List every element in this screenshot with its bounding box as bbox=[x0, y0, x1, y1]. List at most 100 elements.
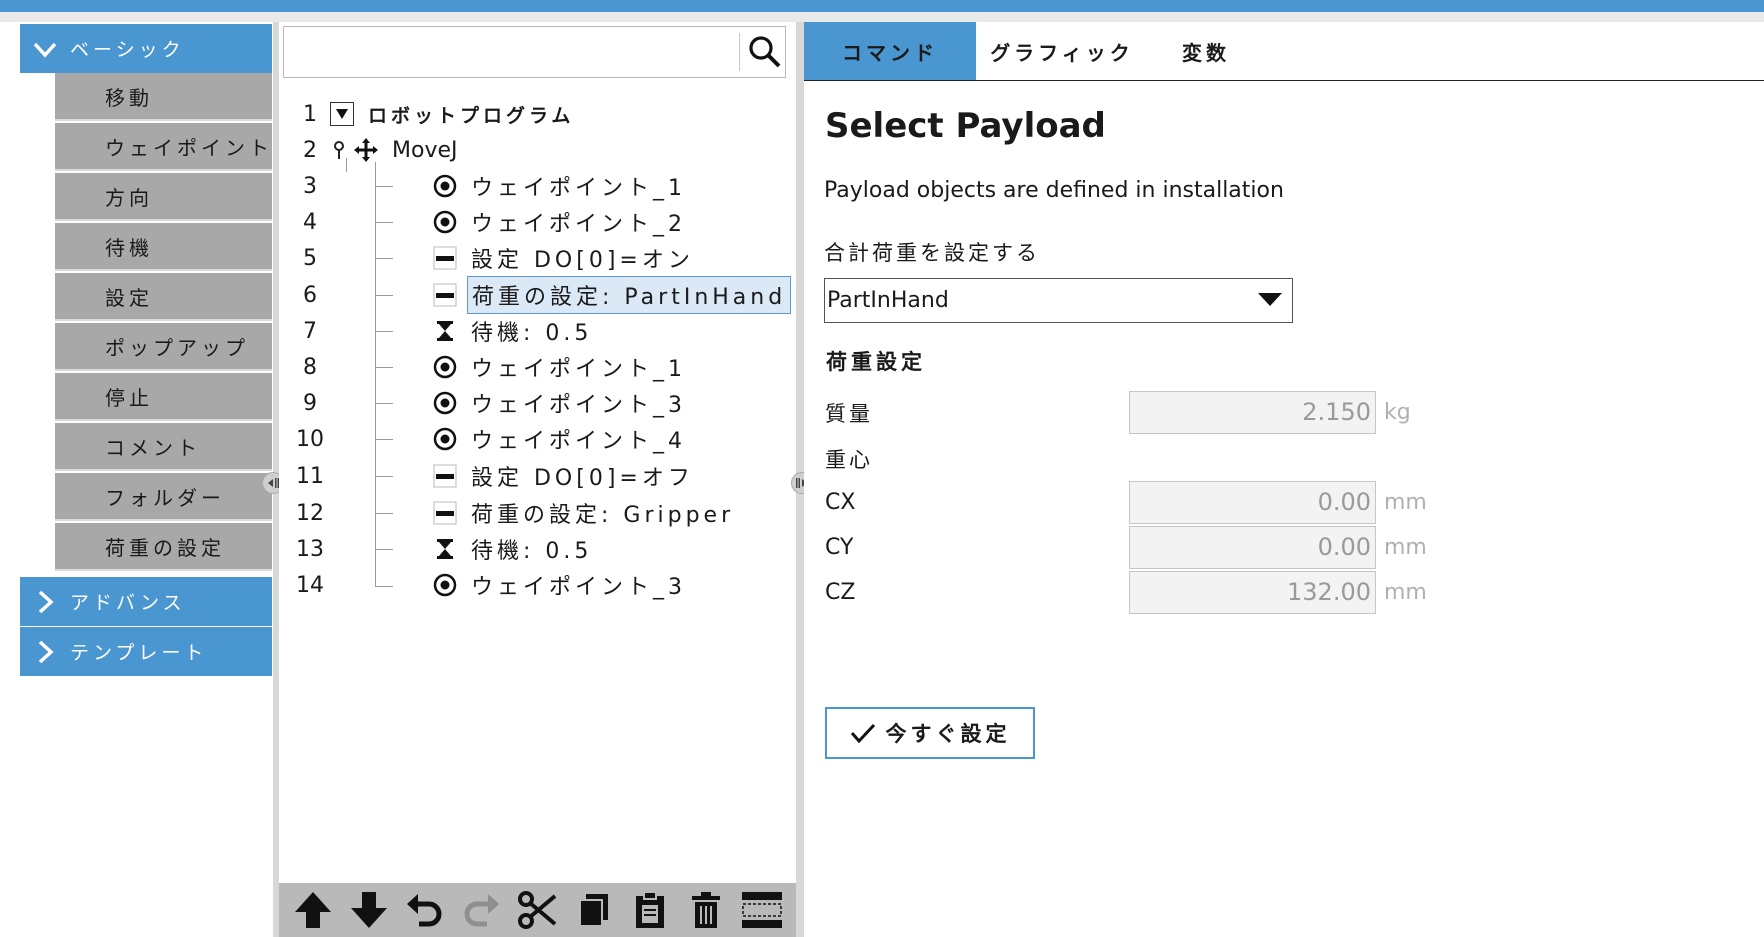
chevron-right-icon bbox=[38, 640, 54, 663]
sidebar-item-label: ポップアップ bbox=[105, 335, 249, 360]
sidebar-item-folder[interactable]: フォルダー bbox=[55, 473, 272, 521]
sidebar-item-wait[interactable]: 待機 bbox=[55, 223, 272, 271]
sidebar-item-direction[interactable]: 方向 bbox=[55, 173, 272, 221]
search-icon bbox=[749, 36, 781, 68]
node-label: 荷重の設定: Gripper bbox=[471, 503, 735, 528]
category-advanced[interactable]: アドバンス bbox=[20, 577, 272, 626]
tree-row[interactable]: 8 ウェイポイント_1 bbox=[290, 350, 690, 384]
category-advanced-label: アドバンス bbox=[70, 592, 186, 614]
suppress-button[interactable] bbox=[740, 888, 784, 932]
sidebar-item-popup[interactable]: ポップアップ bbox=[55, 323, 272, 371]
payload-select[interactable]: PartInHand bbox=[824, 278, 1293, 323]
sidebar-item-waypoint[interactable]: ウェイポイント bbox=[55, 123, 272, 171]
suppress-icon bbox=[741, 892, 782, 928]
line-number: 4 bbox=[303, 209, 317, 235]
search-field[interactable] bbox=[283, 26, 786, 78]
chevron-down-icon bbox=[33, 42, 57, 58]
sidebar-item-label: 設定 bbox=[105, 285, 153, 310]
delete-button[interactable] bbox=[684, 888, 728, 932]
sidebar-item-label: 停止 bbox=[105, 385, 153, 410]
undo-icon bbox=[407, 894, 442, 927]
line-number: 3 bbox=[303, 173, 317, 199]
line-number: 9 bbox=[303, 390, 317, 416]
tree-toolbar bbox=[279, 883, 796, 937]
node-label-selected: 荷重の設定: PartInHand bbox=[467, 276, 792, 314]
sidebar-item-move[interactable]: 移動 bbox=[55, 73, 272, 121]
tree-row[interactable]: 11 設定 DO[0]=オフ bbox=[290, 459, 698, 493]
tab-command[interactable]: コマンド bbox=[804, 22, 976, 80]
payload-settings-heading: 荷重設定 bbox=[826, 350, 926, 374]
sidebar-item-label: 移動 bbox=[105, 85, 153, 110]
tree-row[interactable]: 5 設定 DO[0]=オン bbox=[290, 241, 698, 275]
category-templates[interactable]: テンプレート bbox=[20, 627, 272, 676]
hourglass-icon bbox=[433, 537, 457, 561]
line-number: 7 bbox=[303, 318, 317, 344]
node-label: ウェイポイント_3 bbox=[471, 393, 686, 418]
line-number: 2 bbox=[303, 137, 317, 163]
node-label: 待機: 0.5 bbox=[471, 321, 593, 346]
tree-row[interactable]: 10 ウェイポイント_4 bbox=[290, 422, 690, 456]
sidebar-item-label: 待機 bbox=[105, 235, 153, 260]
tree-row[interactable]: 6 荷重の設定: PartInHand bbox=[290, 276, 792, 314]
node-label: ウェイポイント_1 bbox=[471, 357, 686, 382]
node-label: ウェイポイント_2 bbox=[471, 212, 686, 237]
mass-field[interactable]: 2.150 bbox=[1129, 391, 1376, 434]
waypoint-icon bbox=[433, 355, 457, 379]
command-panel bbox=[804, 22, 1764, 937]
cut-button[interactable] bbox=[515, 888, 559, 932]
sidebar-item-label: コメント bbox=[105, 435, 201, 460]
cut-icon bbox=[518, 891, 557, 929]
set-icon bbox=[433, 501, 457, 525]
tree-row[interactable]: 2 MoveJ bbox=[290, 133, 461, 167]
undo-button[interactable] bbox=[403, 888, 447, 932]
waypoint-icon bbox=[433, 573, 457, 597]
tree-row[interactable]: 13 待機: 0.5 bbox=[290, 532, 596, 566]
collapse-triangle-icon[interactable] bbox=[330, 102, 354, 126]
sidebar-item-halt[interactable]: 停止 bbox=[55, 373, 272, 421]
move-cross-icon bbox=[354, 138, 378, 162]
cy-field[interactable]: 0.00 bbox=[1129, 526, 1376, 569]
move-up-button[interactable] bbox=[291, 888, 335, 932]
move-up-icon bbox=[295, 892, 332, 928]
line-number: 13 bbox=[296, 536, 324, 562]
top-accent-bar bbox=[0, 0, 1764, 12]
collapse-left-icon bbox=[268, 478, 279, 488]
sidebar-item-set-payload[interactable]: 荷重の設定 bbox=[55, 523, 272, 571]
search-separator bbox=[739, 33, 740, 71]
cx-field[interactable]: 0.00 bbox=[1129, 481, 1376, 524]
tree-row[interactable]: 4 ウェイポイント_2 bbox=[290, 205, 690, 239]
tree-row[interactable]: 1 ロボットプログラム bbox=[290, 97, 578, 131]
delete-icon bbox=[691, 892, 720, 928]
tree-row[interactable]: 3 ウェイポイント_1 bbox=[290, 169, 690, 203]
panel-title: Select Payload bbox=[825, 106, 1106, 146]
node-expand-icon[interactable] bbox=[330, 140, 348, 160]
cx-unit: mm bbox=[1384, 490, 1427, 515]
tab-variables[interactable]: 変数 bbox=[1120, 22, 1292, 80]
top-gap bbox=[0, 12, 1764, 22]
tree-row[interactable]: 7 待機: 0.5 bbox=[290, 314, 596, 348]
mass-unit: kg bbox=[1384, 400, 1411, 425]
move-down-icon bbox=[351, 892, 388, 928]
waypoint-icon bbox=[433, 174, 457, 198]
sidebar-item-set[interactable]: 設定 bbox=[55, 273, 272, 321]
panel-tabs: コマンド グラフィック 変数 bbox=[804, 22, 1764, 81]
set-total-payload-label: 合計荷重を設定する bbox=[824, 241, 1040, 265]
redo-button[interactable] bbox=[459, 888, 503, 932]
category-basic[interactable]: ベーシック bbox=[20, 24, 272, 73]
paste-button[interactable] bbox=[628, 888, 672, 932]
dropdown-arrow-icon bbox=[1258, 293, 1282, 306]
sidebar-item-comment[interactable]: コメント bbox=[55, 423, 272, 471]
tree-row[interactable]: 12 荷重の設定: Gripper bbox=[290, 496, 738, 530]
search-button[interactable] bbox=[747, 33, 783, 71]
panel-description: Payload objects are defined in installat… bbox=[824, 178, 1284, 203]
set-now-button[interactable]: 今すぐ設定 bbox=[825, 707, 1035, 759]
copy-button[interactable] bbox=[572, 888, 616, 932]
tree-row[interactable]: 9 ウェイポイント_3 bbox=[290, 386, 690, 420]
cz-field[interactable]: 132.00 bbox=[1129, 571, 1376, 614]
search-input[interactable] bbox=[288, 33, 732, 73]
set-icon bbox=[433, 246, 457, 270]
move-down-button[interactable] bbox=[347, 888, 391, 932]
line-number: 12 bbox=[296, 500, 324, 526]
tree-row[interactable]: 14 ウェイポイント_3 bbox=[290, 568, 690, 602]
mass-label: 質量 bbox=[825, 402, 873, 426]
